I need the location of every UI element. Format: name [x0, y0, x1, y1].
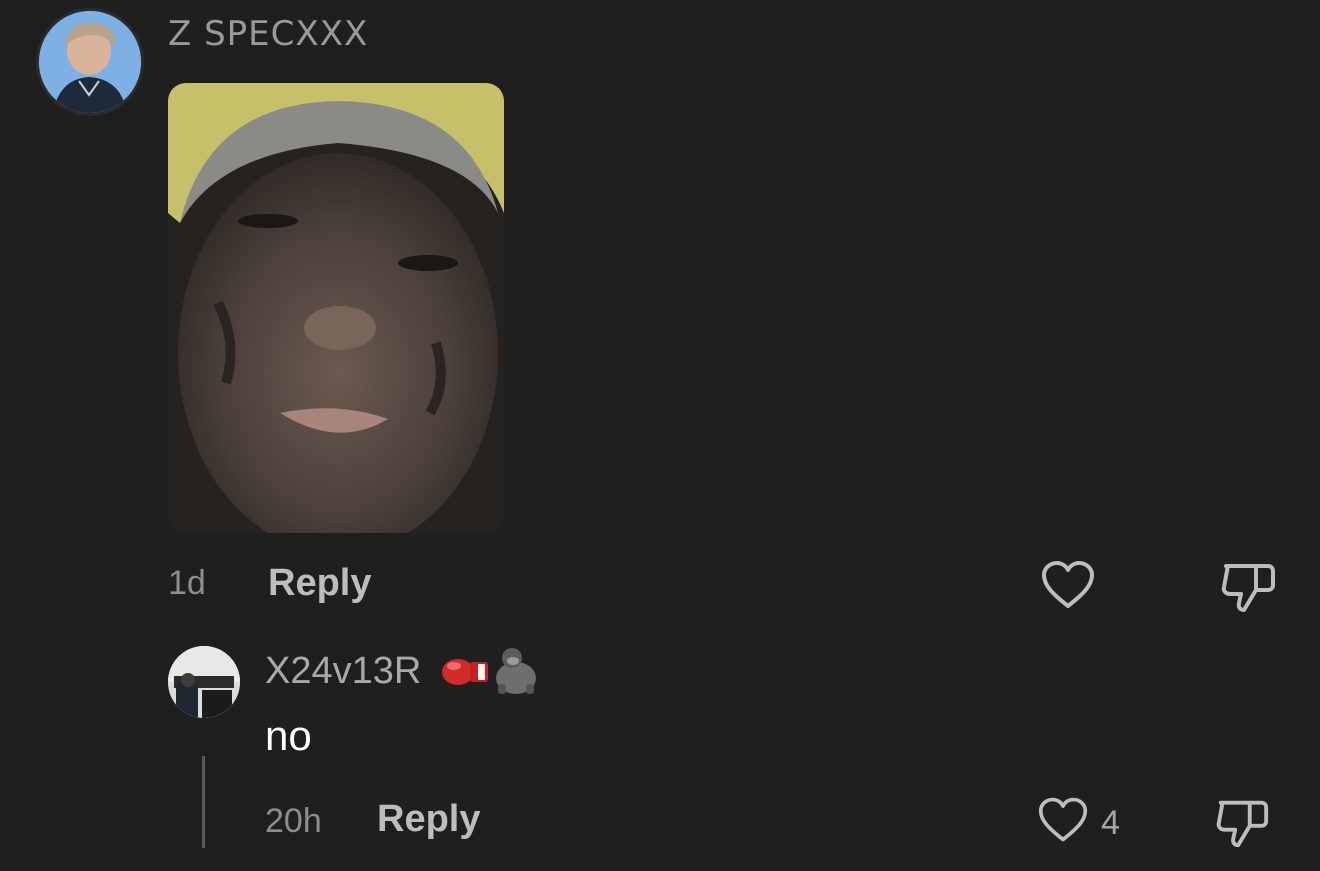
like-heart-icon[interactable] [1040, 560, 1096, 610]
comment-thread: Z SPECXXX 1d Reply X24v13R no 20h Reply … [0, 0, 1320, 871]
dislike-thumbs-down-icon[interactable] [1213, 794, 1271, 850]
reply-button[interactable]: Reply [268, 562, 371, 605]
avatar-x24v13r[interactable] [168, 646, 240, 718]
comment-image[interactable] [168, 83, 504, 533]
comment-timestamp: 1d [168, 564, 206, 602]
comment-username[interactable]: Z SPECXXX [168, 14, 368, 54]
selfie-photo [168, 83, 504, 533]
avatar-z-specxxx[interactable] [36, 8, 144, 116]
reply-actions-row: 20h Reply 4 [265, 796, 1305, 850]
like-count: 4 [1101, 804, 1120, 842]
boxing-glove-emoji-icon [440, 650, 492, 694]
reply-button[interactable]: Reply [377, 798, 480, 841]
gorilla-emoji-icon [490, 644, 542, 696]
reply-text: no [265, 712, 312, 759]
reply-username[interactable]: X24v13R [265, 650, 421, 693]
avatar-image [168, 646, 240, 718]
thread-line [202, 756, 205, 848]
dislike-thumbs-down-icon[interactable] [1218, 558, 1278, 614]
like-heart-icon[interactable] [1037, 796, 1089, 844]
comment-actions-row: 1d Reply [168, 560, 1308, 612]
reply-timestamp: 20h [265, 802, 322, 840]
avatar-image [39, 11, 141, 113]
